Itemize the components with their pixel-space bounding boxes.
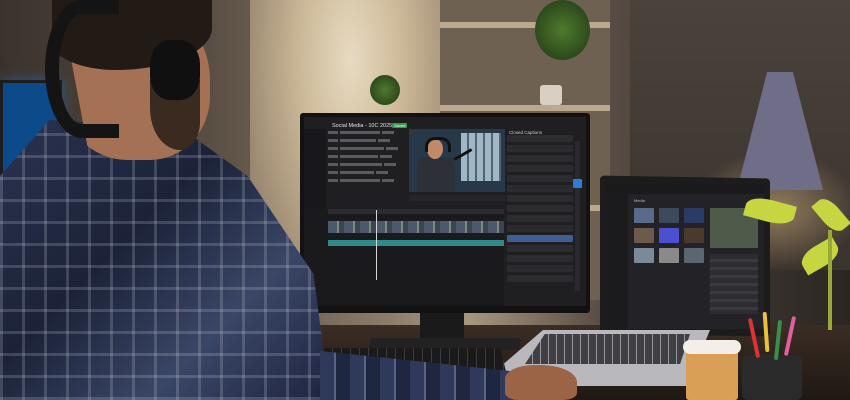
media-thumbnail[interactable] bbox=[634, 228, 654, 243]
video-editor-screen: Social Media - 10C 2025 Saved Closed Cap… bbox=[304, 117, 586, 306]
media-thumbnail[interactable] bbox=[684, 248, 704, 263]
playhead[interactable] bbox=[376, 210, 377, 280]
shelf-plant bbox=[535, 0, 590, 60]
properties-panel bbox=[710, 254, 758, 314]
headset-icon bbox=[425, 137, 451, 152]
pencil-holder bbox=[742, 355, 802, 400]
media-thumbnail[interactable] bbox=[634, 208, 654, 223]
laptop-panel-title: Media bbox=[634, 198, 645, 203]
podcaster bbox=[417, 157, 455, 192]
laptop-keyboard bbox=[525, 334, 690, 364]
caption-row[interactable] bbox=[507, 165, 573, 172]
caption-row[interactable] bbox=[507, 245, 573, 252]
caption-row[interactable] bbox=[507, 225, 573, 232]
laptop-sidebar bbox=[606, 194, 628, 329]
caption-row[interactable] bbox=[507, 215, 573, 222]
caption-row[interactable] bbox=[507, 255, 573, 262]
caption-row[interactable] bbox=[507, 135, 573, 142]
caption-row[interactable] bbox=[507, 195, 573, 202]
project-title: Social Media - 10C 2025 bbox=[332, 123, 393, 129]
laptop-toolbar bbox=[606, 184, 764, 194]
media-thumbnail[interactable] bbox=[659, 248, 679, 263]
status-badge: Saved bbox=[392, 123, 408, 128]
caption-row[interactable] bbox=[507, 145, 573, 152]
list-item bbox=[328, 147, 406, 153]
timeline-ruler[interactable] bbox=[328, 209, 504, 214]
man-hand bbox=[505, 365, 577, 400]
editor-sidebar bbox=[304, 129, 326, 209]
headphone-earcup bbox=[150, 40, 200, 100]
plant-stem bbox=[828, 230, 832, 330]
headphones bbox=[45, 0, 119, 138]
list-item bbox=[328, 131, 406, 137]
edit-button[interactable] bbox=[573, 179, 582, 188]
media-thumbnail[interactable] bbox=[634, 248, 654, 263]
audio-track[interactable] bbox=[328, 240, 504, 246]
cup-lid bbox=[683, 340, 741, 354]
media-thumbnail[interactable] bbox=[684, 208, 704, 223]
laptop-screen: Media bbox=[606, 184, 764, 329]
list-item bbox=[328, 155, 406, 161]
caption-row[interactable] bbox=[507, 185, 573, 192]
media-list bbox=[328, 131, 406, 201]
media-grid bbox=[634, 208, 706, 263]
media-thumbnail[interactable] bbox=[659, 228, 679, 243]
captions-panel bbox=[507, 135, 573, 305]
caption-row[interactable] bbox=[507, 155, 573, 162]
list-item bbox=[328, 163, 406, 169]
list-item bbox=[328, 179, 406, 185]
shelf-plant-small bbox=[370, 75, 400, 105]
scrollbar[interactable] bbox=[575, 141, 580, 291]
caption-row[interactable] bbox=[507, 265, 573, 272]
list-item bbox=[328, 171, 406, 177]
caption-row[interactable] bbox=[507, 175, 573, 182]
caption-row[interactable] bbox=[507, 275, 573, 282]
list-item bbox=[328, 139, 406, 145]
caption-row-selected[interactable] bbox=[507, 235, 573, 242]
caption-row[interactable] bbox=[507, 205, 573, 212]
playback-controls[interactable] bbox=[409, 195, 505, 201]
media-thumbnail[interactable] bbox=[659, 208, 679, 223]
shelf-pot bbox=[540, 85, 562, 105]
video-preview bbox=[409, 129, 505, 192]
video-track[interactable] bbox=[328, 221, 504, 233]
media-thumbnail[interactable] bbox=[684, 228, 704, 243]
